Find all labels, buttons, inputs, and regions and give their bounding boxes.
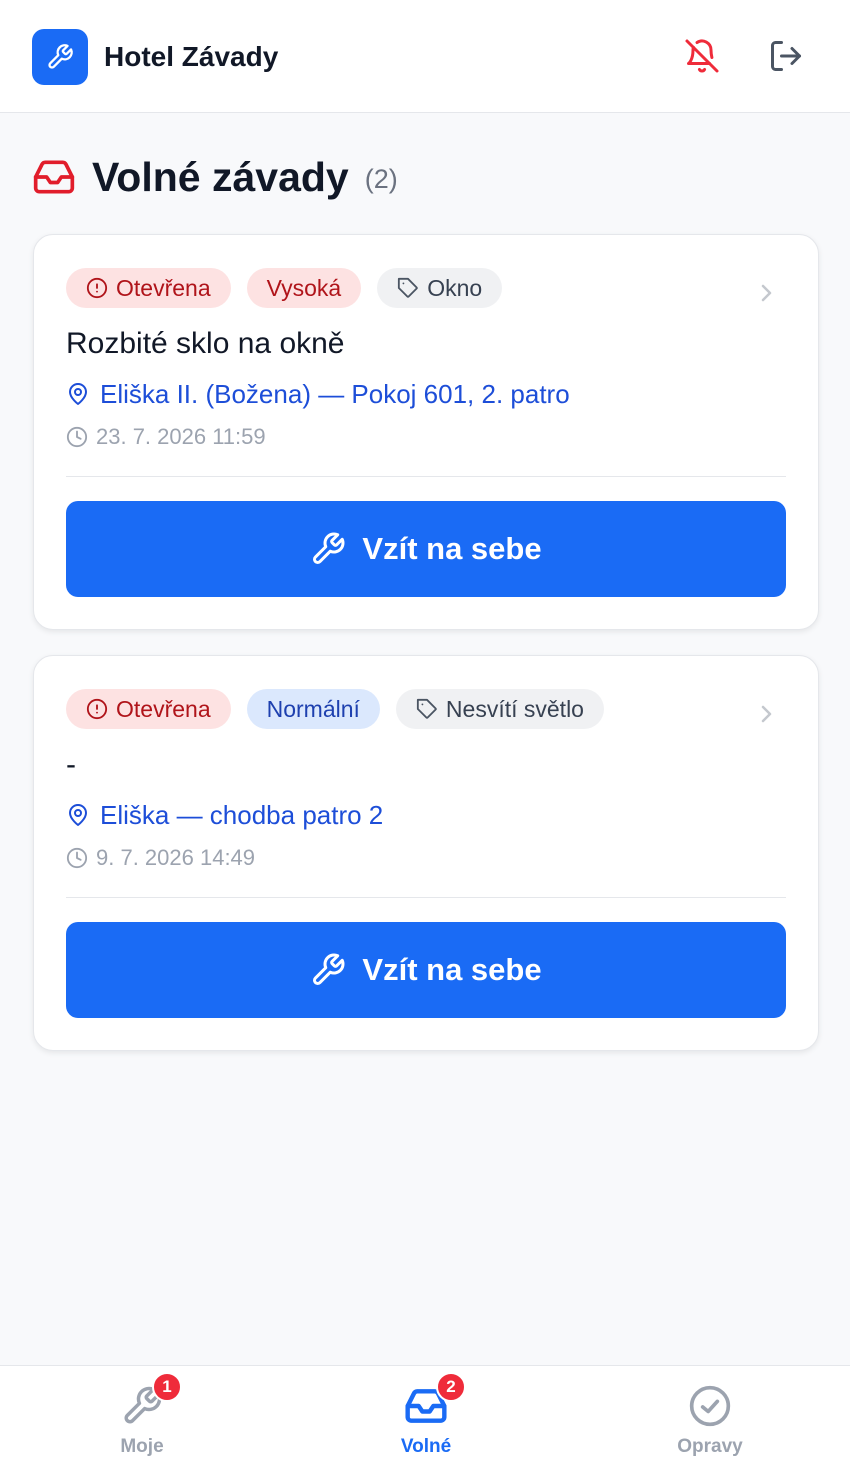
notifications-button[interactable] (682, 36, 722, 76)
clock-icon (66, 847, 88, 869)
divider (66, 476, 786, 477)
chevron-right-icon[interactable] (754, 702, 778, 726)
category-badge: Okno (377, 268, 503, 308)
category-label: Nesvítí světlo (445, 695, 584, 722)
tag-list: Otevřena Vysoká Okno (66, 268, 503, 308)
issue-title: - (66, 748, 76, 781)
bell-off-icon (685, 39, 719, 73)
nav-icon-wrap: 1 (120, 1372, 182, 1428)
nav-label: Opravy (677, 1436, 743, 1457)
status-badge: Otevřena (66, 268, 231, 308)
time-label: 9. 7. 2026 14:49 (96, 845, 256, 870)
bottom-nav: 1 Moje 2 Volné Opravy (0, 1365, 850, 1476)
nav-item-volne[interactable]: 2 Volné (326, 1366, 526, 1476)
nav-label: Moje (120, 1436, 164, 1457)
tag-list: Otevřena Normální Nesvítí světlo (66, 689, 604, 729)
priority-badge: Vysoká (246, 268, 362, 308)
nav-icon-wrap (688, 1384, 732, 1428)
location-label: Eliška — chodba patro 2 (100, 799, 384, 830)
nav-icon-wrap: 2 (404, 1372, 466, 1428)
issue-time: 23. 7. 2026 11:59 (66, 423, 266, 451)
tag-icon (398, 277, 418, 298)
app-title: Hotel Závady (104, 41, 279, 72)
page-title: Volné závady (92, 153, 349, 200)
issue-location: Eliška II. (Božena) — Pokoj 601, 2. patr… (66, 377, 570, 411)
issue-card[interactable]: Otevřena Vysoká Okno Rozbité sklo na okn… (33, 234, 819, 630)
alert-circle-icon (86, 277, 108, 299)
issue-location: Eliška — chodba patro 2 (66, 798, 383, 832)
app-header: Hotel Závady (0, 0, 850, 113)
status-label: Otevřena (116, 695, 211, 722)
nav-badge: 2 (436, 1372, 466, 1402)
take-issue-button[interactable]: Vzít na sebe (66, 501, 786, 597)
priority-label: Vysoká (266, 274, 342, 301)
chevron-right-icon[interactable] (754, 281, 778, 305)
location-label: Eliška II. (Božena) — Pokoj 601, 2. patr… (100, 378, 570, 409)
nav-label: Volné (400, 1436, 452, 1457)
nav-badge: 1 (152, 1372, 182, 1402)
take-issue-button[interactable]: Vzít na sebe (66, 922, 786, 1018)
wrench-icon (313, 953, 345, 985)
status-badge: Otevřena (66, 689, 231, 729)
issue-title: Rozbité sklo na okně (66, 327, 345, 360)
wrench-icon (48, 44, 73, 69)
time-label: 23. 7. 2026 11:59 (96, 424, 266, 449)
category-label: Okno (427, 274, 483, 301)
status-label: Otevřena (116, 274, 211, 301)
map-pin-icon (69, 383, 87, 405)
divider (66, 897, 786, 898)
logout-button[interactable] (766, 36, 806, 76)
section-header: Volné závady (2) (32, 152, 398, 202)
take-issue-label: Vzít na sebe (362, 531, 542, 566)
take-issue-label: Vzít na sebe (362, 952, 542, 987)
wrench-icon (313, 532, 345, 564)
issue-count: (2) (364, 163, 398, 194)
nav-item-moje[interactable]: 1 Moje (42, 1366, 242, 1476)
map-pin-icon (69, 804, 87, 826)
priority-label: Normální (266, 695, 360, 722)
category-badge: Nesvítí světlo (395, 689, 604, 729)
tag-icon (416, 698, 437, 719)
priority-badge: Normální (246, 689, 380, 729)
nav-item-opravy[interactable]: Opravy (610, 1366, 810, 1476)
issue-card[interactable]: Otevřena Normální Nesvítí světlo - Elišk… (33, 655, 819, 1051)
inbox-icon (32, 155, 76, 199)
logout-icon (771, 41, 801, 71)
check-circle-icon (689, 1385, 731, 1427)
app-logo (32, 29, 88, 85)
alert-circle-icon (86, 698, 108, 720)
issue-time: 9. 7. 2026 14:49 (66, 844, 255, 872)
clock-icon (66, 426, 88, 448)
